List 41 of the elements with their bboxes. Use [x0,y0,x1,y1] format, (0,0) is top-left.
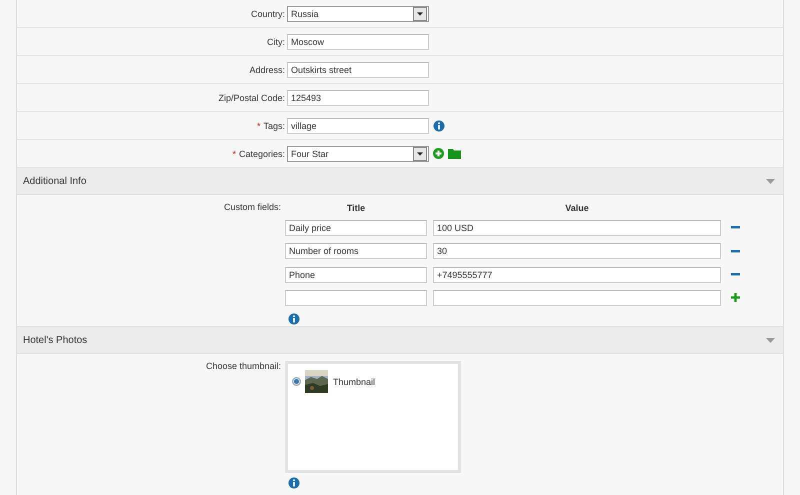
input-field[interactable]: +7495555777 [433,266,721,283]
required-mark: * [232,148,236,158]
dropdown-arrow-icon[interactable] [417,12,423,16]
input-field[interactable]: Number of rooms [285,243,427,260]
section-title[interactable]: Hotel's Photos [23,334,88,346]
info-icon[interactable] [288,313,300,326]
minus-icon[interactable] [731,226,740,230]
input-field[interactable]: Daily price [285,220,427,236]
input-field[interactable]: 100 USD [433,220,721,236]
thumbnail-label: Thumbnail [333,376,376,386]
field-label: Address: [249,64,285,74]
dropdown[interactable]: Four Star [287,146,429,162]
field-label: Choose thumbnail: [204,361,282,373]
input-field[interactable] [433,290,721,306]
column-header: Title [346,202,366,213]
field-label: Tags: [263,120,285,130]
info-icon[interactable] [433,120,445,132]
input-field[interactable]: Outskirts street [287,62,429,78]
input-field[interactable]: Moscow [287,34,429,50]
minus-icon[interactable] [731,250,740,253]
column-header: Value [564,202,590,213]
field-label: Country: [250,8,285,18]
input-field[interactable]: 125493 [287,90,429,106]
input-field[interactable]: 30 [433,243,721,260]
field-label: City: [267,36,285,46]
plus-icon[interactable] [731,293,740,302]
input-field[interactable] [285,290,427,306]
required-mark: * [256,120,260,130]
info-icon[interactable] [288,477,300,489]
dropdown[interactable]: Russia [287,6,429,22]
field-label: Zip/Postal Code: [218,92,285,102]
field-label: Custom fields: [222,202,282,214]
radio-button[interactable] [292,377,301,386]
section-title[interactable]: Additional Info [23,176,86,186]
input-field[interactable]: Phone [285,266,427,283]
minus-icon[interactable] [731,273,740,276]
field-label: Categories: [238,148,285,158]
folder-icon[interactable] [448,148,461,159]
add-icon[interactable] [433,148,444,159]
dropdown-arrow-icon[interactable] [417,152,423,156]
input-field[interactable]: village [287,118,429,134]
